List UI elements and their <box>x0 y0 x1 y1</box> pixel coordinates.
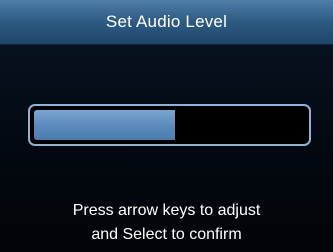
instructions-line-2: and Select to confirm <box>91 226 242 243</box>
audio-level-slider[interactable] <box>28 104 311 146</box>
audio-level-track <box>34 110 305 140</box>
audio-level-fill <box>34 110 175 140</box>
instructions-text: Press arrow keys to adjust and Select to… <box>0 199 333 247</box>
dialog-title: Set Audio Level <box>105 12 228 31</box>
title-bar: Set Audio Level <box>0 0 333 45</box>
audio-level-screen: Set Audio Level Press arrow keys to adju… <box>0 0 333 252</box>
instructions-line-1: Press arrow keys to adjust <box>72 202 261 219</box>
